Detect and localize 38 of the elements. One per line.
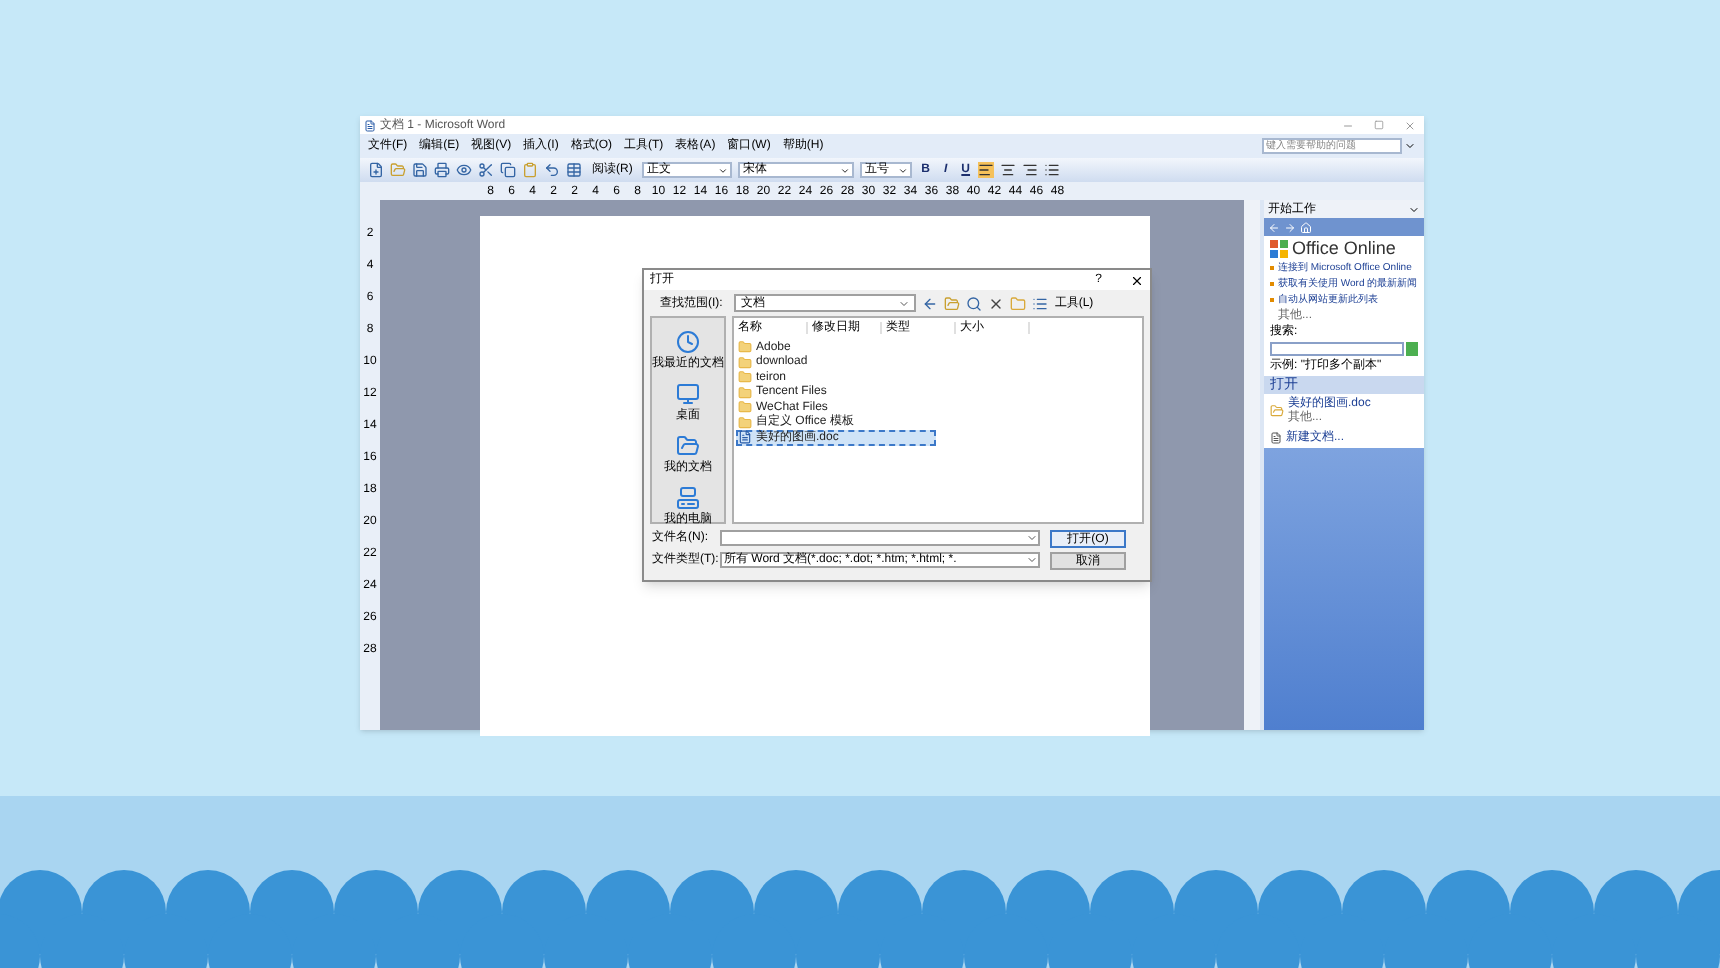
align-center-icon[interactable] — [1000, 162, 1017, 178]
dropdown-caret-icon[interactable] — [1404, 140, 1416, 152]
table-icon[interactable] — [566, 162, 582, 178]
office-logo-icon — [1270, 240, 1288, 258]
copy-icon[interactable] — [500, 162, 516, 178]
close-icon[interactable] — [1130, 273, 1144, 287]
search-field[interactable] — [1270, 342, 1404, 356]
search-icon[interactable] — [966, 295, 983, 311]
caret-icon — [718, 165, 729, 175]
dropdown-caret-icon[interactable] — [1408, 203, 1420, 215]
place-icon — [676, 434, 700, 458]
folder-icon — [1270, 404, 1284, 418]
back-icon[interactable] — [1268, 221, 1280, 233]
place-icon — [676, 382, 700, 406]
brand-name: Office Online — [1292, 240, 1396, 258]
align-left-icon[interactable] — [978, 162, 995, 178]
word-app-icon — [364, 119, 376, 131]
vertical-scrollbar[interactable] — [1244, 200, 1260, 730]
views-icon[interactable] — [1032, 295, 1049, 311]
delete-icon[interactable] — [988, 295, 1005, 311]
caret-icon — [898, 165, 909, 175]
clipboard-icon[interactable] — [522, 162, 538, 178]
align-right-icon[interactable] — [1022, 162, 1039, 178]
file-name-field[interactable] — [720, 530, 1040, 546]
caret-icon — [898, 297, 911, 309]
place-icon — [676, 330, 700, 354]
save-icon[interactable] — [412, 162, 428, 178]
document-icon — [1270, 432, 1282, 444]
scissors-icon[interactable] — [478, 162, 494, 178]
back-arrow-icon[interactable] — [922, 295, 939, 311]
caret-icon — [840, 165, 851, 175]
printer-icon[interactable] — [434, 162, 450, 178]
place-icon — [676, 486, 700, 510]
new-file-icon[interactable] — [368, 162, 384, 178]
undo-icon[interactable] — [544, 162, 560, 178]
home-icon[interactable] — [1300, 221, 1312, 233]
list-icon[interactable] — [1044, 162, 1061, 178]
document-icon — [738, 430, 752, 445]
